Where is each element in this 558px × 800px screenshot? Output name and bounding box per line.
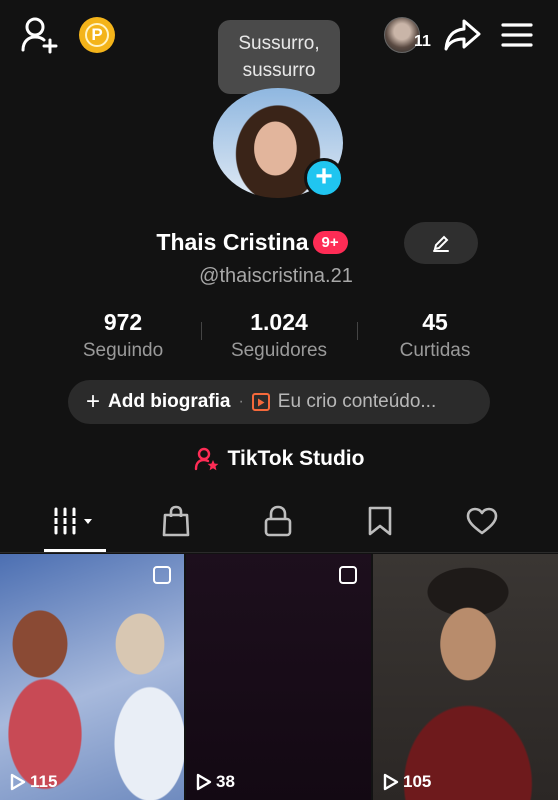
separator-dot: · xyxy=(238,393,244,410)
view-count-value: 105 xyxy=(403,772,432,791)
add-friend-icon[interactable] xyxy=(20,16,60,56)
add-bio-label[interactable]: Add biografia xyxy=(108,391,230,413)
view-count-value: 115 xyxy=(30,772,58,791)
friends-count: 11 xyxy=(414,33,431,50)
studio-user-star-icon xyxy=(194,447,218,471)
edit-profile-button[interactable] xyxy=(404,222,478,264)
pencil-icon xyxy=(433,235,449,252)
stat-following[interactable]: 972 Seguindo xyxy=(43,309,203,362)
profile-name: Thais Cristina xyxy=(156,229,309,255)
video-thumbnail[interactable]: 115 xyxy=(0,554,184,800)
multi-clip-icon xyxy=(153,566,171,584)
status-tooltip: Sussurro, sussurro xyxy=(218,20,340,94)
tab-liked[interactable] xyxy=(452,503,512,539)
multi-clip-icon xyxy=(339,566,357,584)
tooltip-line-1: Sussurro, xyxy=(238,33,320,54)
creator-label[interactable]: Eu crio conteúdo... xyxy=(278,391,436,413)
video-thumbnail[interactable]: 38 xyxy=(186,554,371,800)
share-icon[interactable] xyxy=(443,18,481,52)
plus-icon: + xyxy=(86,388,101,415)
bio-pill[interactable]: + Add biografia · Eu crio conteúdo... xyxy=(68,380,490,424)
view-count: 105 xyxy=(383,772,431,792)
tab-videos[interactable] xyxy=(45,503,105,539)
lock-icon xyxy=(264,505,292,537)
grid-icon xyxy=(53,507,92,535)
add-story-button[interactable]: + xyxy=(304,158,344,198)
stat-following-value: 972 xyxy=(103,309,143,335)
play-icon xyxy=(383,773,399,791)
coin-icon[interactable]: P xyxy=(79,17,115,53)
tab-shop[interactable] xyxy=(146,503,206,539)
stat-followers[interactable]: 1.024 Seguidores xyxy=(199,309,359,362)
play-icon xyxy=(196,773,212,791)
view-count: 115 xyxy=(10,772,57,792)
studio-label: TikTok Studio xyxy=(227,447,365,470)
notification-badge[interactable]: 9+ xyxy=(312,231,348,254)
tiktok-studio-button[interactable]: TikTok Studio xyxy=(0,446,558,472)
bookmark-icon xyxy=(368,506,392,536)
tooltip-line-2: sussurro xyxy=(242,60,316,81)
view-count-value: 38 xyxy=(216,772,235,791)
stat-followers-label: Seguidores xyxy=(230,340,328,361)
play-icon xyxy=(10,773,26,791)
tabs-divider xyxy=(0,552,558,553)
stat-likes[interactable]: 45 Curtidas xyxy=(355,309,515,362)
stat-likes-label: Curtidas xyxy=(399,340,471,361)
tab-private[interactable] xyxy=(248,503,308,539)
shopping-bag-icon xyxy=(162,505,190,537)
stat-likes-value: 45 xyxy=(422,309,448,335)
stat-followers-value: 1.024 xyxy=(250,309,308,335)
video-thumbnail[interactable]: 105 xyxy=(373,554,558,800)
heart-icon xyxy=(466,507,498,535)
view-count: 38 xyxy=(196,772,235,792)
profile-handle: @thaiscristina.21 xyxy=(199,265,353,287)
menu-icon[interactable] xyxy=(500,21,534,49)
stat-following-label: Seguindo xyxy=(82,340,164,361)
play-square-icon xyxy=(251,393,270,411)
tab-saved[interactable] xyxy=(350,503,410,539)
